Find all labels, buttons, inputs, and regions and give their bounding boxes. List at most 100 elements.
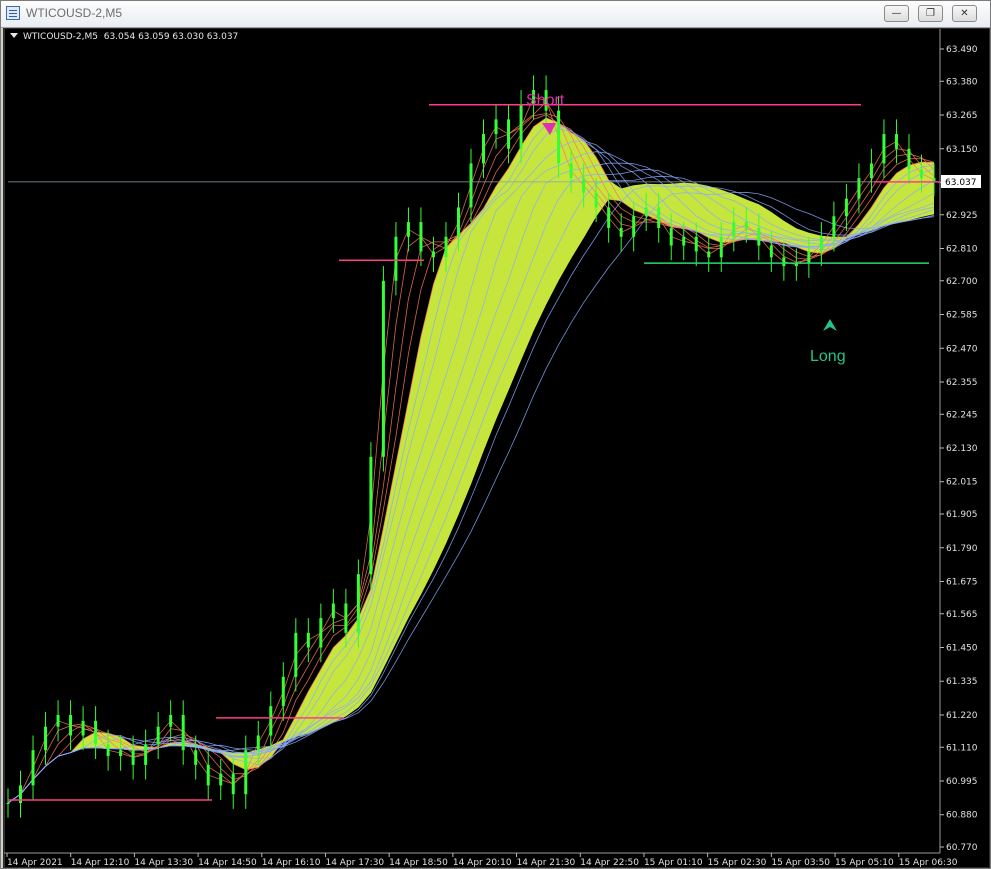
candle-body: [69, 714, 73, 736]
x-tick-label: 15 Apr 05:10: [835, 858, 894, 867]
candle-body: [181, 714, 185, 751]
y-tick-label: 63.150: [946, 145, 978, 155]
collapse-triangle-icon[interactable]: [10, 33, 18, 38]
candle-body: [769, 245, 773, 258]
candle-body: [719, 236, 723, 258]
window-title: WTICOUSD-2,M5: [26, 6, 122, 20]
candle-body: [694, 236, 698, 252]
candle-body: [444, 236, 448, 258]
candle-body: [406, 222, 410, 237]
y-tick-label: 61.905: [946, 510, 978, 520]
x-tick-label: 15 Apr 02:30: [708, 858, 767, 867]
candle-body: [306, 632, 310, 648]
candle-body: [281, 676, 285, 707]
candle-body: [757, 227, 761, 246]
y-tick-label: 60.880: [946, 811, 978, 821]
candle-body: [319, 618, 323, 648]
close-button[interactable]: ✕: [952, 5, 977, 22]
candle-body: [144, 744, 148, 765]
x-tick-label: 15 Apr 06:30: [899, 858, 958, 867]
candle-body: [869, 163, 873, 179]
x-tick-label: 14 Apr 16:10: [262, 858, 321, 867]
close-icon: ✕: [960, 8, 969, 19]
y-tick-label: 63.380: [946, 77, 978, 87]
x-tick-label: 14 Apr 18:50: [389, 858, 448, 867]
candle-body: [594, 192, 598, 208]
candle-body: [557, 110, 561, 164]
price-axis: 63.49063.38063.26563.15063.03562.92562.8…: [940, 45, 978, 853]
candle-body: [56, 714, 60, 727]
y-tick-label: 62.470: [946, 344, 978, 354]
candle-body: [644, 207, 648, 217]
candle-body: [844, 198, 848, 217]
x-tick-label: 14 Apr 13:30: [134, 858, 193, 867]
candle-body: [919, 169, 923, 179]
candle-body: [269, 706, 273, 736]
candle-body: [256, 735, 260, 751]
minimize-button[interactable]: —: [884, 5, 909, 22]
y-tick-label: 62.810: [946, 245, 978, 255]
ohlc-values: 63.054 63.059 63.030 63.037: [103, 32, 239, 42]
x-tick-label: 15 Apr 03:50: [771, 858, 830, 867]
price-chart[interactable]: 63.49063.38063.26563.15063.03562.92562.8…: [3, 28, 990, 868]
candle-body: [507, 119, 511, 149]
x-tick-label: 14 Apr 21:30: [517, 858, 576, 867]
y-tick-label: 61.565: [946, 610, 978, 620]
y-tick-label: 61.675: [946, 577, 978, 587]
symbol-name: WTICOUSD-2,M5: [23, 32, 98, 42]
y-tick-label: 61.220: [946, 711, 978, 721]
candle-body: [431, 251, 435, 258]
candle-body: [782, 257, 786, 267]
candle-body: [6, 802, 10, 804]
candle-body: [119, 750, 123, 757]
restore-button[interactable]: ❐: [918, 5, 943, 22]
candle-body: [394, 236, 398, 281]
y-tick-label: 62.355: [946, 378, 978, 388]
candle-body: [344, 603, 348, 633]
y-tick-label: 61.110: [946, 743, 978, 753]
candle-body: [932, 178, 936, 182]
x-tick-label: 14 Apr 22:50: [580, 858, 639, 867]
candle-body: [494, 119, 498, 135]
candle-body: [94, 720, 98, 745]
candle-body: [31, 750, 35, 786]
time-axis: 14 Apr 2021 14 Apr 12:10 14 Apr 13:30 14 Ap…: [6, 853, 958, 867]
restore-icon: ❐: [926, 8, 935, 19]
x-tick-label: 15 Apr 01:10: [644, 858, 703, 867]
y-tick-label: 62.245: [946, 410, 978, 420]
candle-body: [469, 163, 473, 208]
y-tick-label: 62.130: [946, 444, 978, 454]
y-tick-label: 62.700: [946, 277, 978, 287]
candle-body: [582, 178, 586, 193]
candle-body: [569, 163, 573, 179]
candle-body: [156, 726, 160, 745]
candle-body: [206, 764, 210, 786]
candle-body: [607, 207, 611, 228]
candle-body: [169, 714, 173, 727]
candle-body: [106, 744, 110, 757]
x-tick-label: 14 Apr 2021: [7, 858, 63, 867]
y-tick-label: 60.995: [946, 777, 978, 787]
chart-canvas[interactable]: 63.49063.38063.26563.15063.03562.92562.8…: [4, 29, 989, 867]
candle-body: [231, 773, 235, 795]
title-bar[interactable]: WTICOUSD-2,M5 — ❐ ✕: [1, 1, 990, 28]
chart-window: WTICOUSD-2,M5 — ❐ ✕ 63.490 63.380 63.265 63…: [0, 0, 991, 869]
y-tick-label: 61.335: [946, 677, 978, 687]
x-tick-label: 14 Apr 17:30: [325, 858, 384, 867]
chart-window-icon: [6, 6, 20, 20]
candle-body: [194, 750, 198, 765]
candle-body: [819, 236, 823, 252]
x-tick-label: 14 Apr 14:50: [198, 858, 257, 867]
y-tick-label: 61.450: [946, 644, 978, 654]
candle-body: [707, 251, 711, 258]
candle-body: [519, 104, 523, 149]
x-tick-label: 14 Apr 12:10: [71, 858, 130, 867]
candle-body: [44, 726, 48, 751]
y-tick-label: 62.925: [946, 211, 978, 221]
candle-body: [682, 236, 686, 246]
candle-body: [669, 227, 673, 246]
y-tick-label: 60.770: [946, 843, 978, 853]
y-tick-label: 62.015: [946, 478, 978, 488]
candle-body: [331, 603, 335, 619]
long-annotation: Long: [810, 348, 846, 365]
